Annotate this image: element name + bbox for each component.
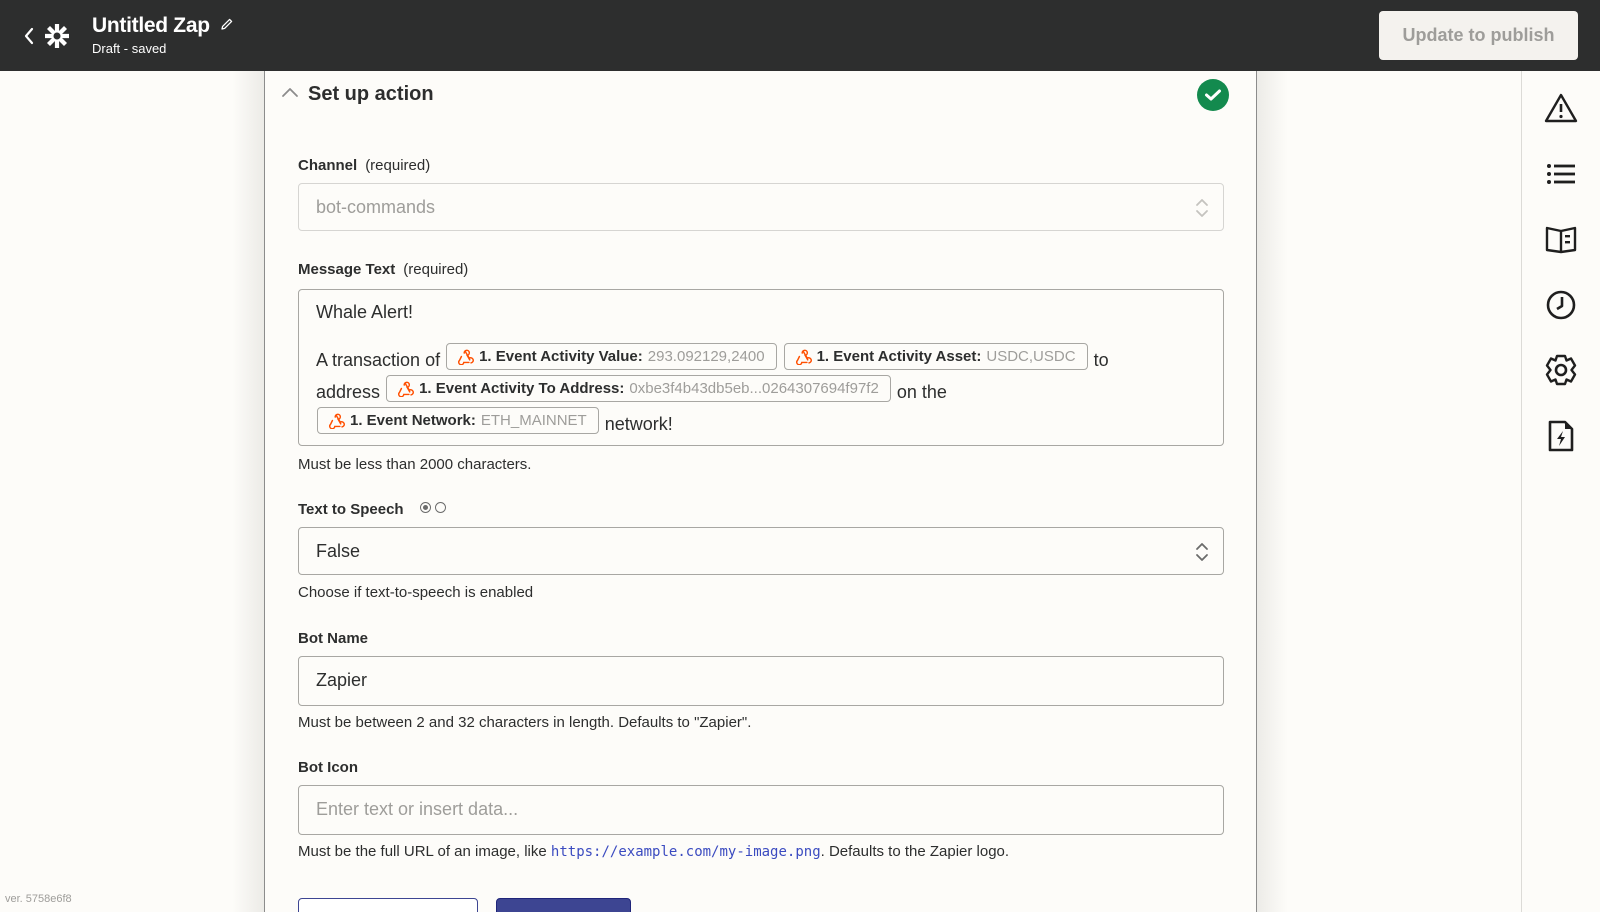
pencil-icon (220, 17, 234, 31)
radio-unselected-icon[interactable] (435, 502, 446, 513)
checkmark-icon (1204, 88, 1222, 102)
pill-key: 1. Event Activity Asset: (817, 344, 982, 369)
message-text-segment: network! (605, 414, 673, 434)
secondary-button[interactable] (298, 898, 478, 912)
canvas-right (1256, 71, 1521, 912)
data-pill-event-network[interactable]: 1. Event Network:ETH_MAINNET (317, 407, 599, 434)
panel-title: Set up action (308, 83, 434, 106)
chevron-up-icon[interactable] (281, 85, 299, 99)
data-pill-activity-asset[interactable]: 1. Event Activity Asset:USDC,USDC (784, 343, 1088, 370)
chevron-up-down-icon (1195, 541, 1209, 563)
file-bolt-icon (1547, 419, 1575, 453)
continue-button[interactable] (496, 898, 631, 912)
message-text-label: Message Text (required) (298, 261, 468, 278)
text-to-speech-label-text: Text to Speech (298, 501, 404, 518)
pill-value: 0xbe3f4b43db5eb...0264307694f97f2 (629, 376, 878, 401)
message-text-help: Must be less than 2000 characters. (298, 456, 531, 473)
bot-icon-label: Bot Icon (298, 759, 358, 776)
bot-name-value: Zapier (316, 670, 367, 691)
channel-select[interactable]: bot-commands (298, 183, 1224, 231)
data-pill-activity-to-address[interactable]: 1. Event Activity To Address:0xbe3f4b43d… (386, 375, 891, 402)
canvas-left (0, 71, 264, 912)
required-tag: (required) (403, 261, 468, 278)
example-url: https://example.com/my-image.png (551, 844, 821, 860)
webhook-icon (397, 380, 414, 397)
alerts-button[interactable] (1541, 88, 1581, 128)
pill-key: 1. Event Network: (350, 408, 476, 433)
back-button[interactable] (20, 24, 38, 48)
webhook-icon (795, 348, 812, 365)
publish-button[interactable]: Update to publish (1379, 11, 1578, 60)
message-text-input[interactable]: Whale Alert! A transaction of 1. Event A… (298, 289, 1224, 446)
field-mode-toggle[interactable] (420, 502, 446, 513)
right-sidebar (1521, 71, 1600, 912)
pill-value: USDC,USDC (986, 344, 1075, 369)
top-bar: Untitled Zap Draft - saved Update to pub… (0, 0, 1600, 71)
warning-icon (1543, 92, 1579, 124)
bot-icon-placeholder: Enter text or insert data... (316, 799, 518, 820)
text-to-speech-help: Choose if text-to-speech is enabled (298, 584, 533, 601)
bot-name-label: Bot Name (298, 630, 368, 647)
channel-value: bot-commands (316, 197, 435, 218)
pill-key: 1. Event Activity Value: (479, 344, 643, 369)
history-button[interactable] (1541, 285, 1581, 325)
book-icon (1545, 224, 1577, 254)
help-text: . Defaults to the Zapier logo. (821, 843, 1009, 860)
zapier-logo-icon[interactable] (42, 21, 72, 51)
edit-title-button[interactable] (220, 17, 234, 36)
webhook-icon (328, 412, 345, 429)
zap-title[interactable]: Untitled Zap (92, 14, 210, 38)
message-body: A transaction of 1. Event Activity Value… (316, 343, 1176, 439)
panel-header[interactable]: Set up action (265, 71, 1256, 119)
message-text-segment: A transaction of (316, 350, 440, 370)
complete-badge (1197, 79, 1229, 111)
text-to-speech-value: False (316, 541, 360, 562)
setup-action-panel: Set up action Channel (required) bot-comm… (264, 71, 1257, 912)
chevron-left-icon (23, 27, 35, 45)
gear-icon (1544, 353, 1578, 387)
data-pill-activity-value[interactable]: 1. Event Activity Value:293.092129,2400 (446, 343, 776, 370)
message-text-segment: on the (897, 382, 947, 402)
list-icon (1546, 162, 1576, 186)
outline-button[interactable] (1541, 154, 1581, 194)
zap-status: Draft - saved (92, 41, 234, 56)
settings-button[interactable] (1541, 350, 1581, 390)
radio-selected-icon[interactable] (420, 502, 431, 513)
clock-icon (1545, 289, 1577, 321)
zap-details-button[interactable] (1541, 416, 1581, 456)
zap-title-block: Untitled Zap Draft - saved (92, 14, 234, 56)
pill-key: 1. Event Activity To Address: (419, 376, 624, 401)
channel-label: Channel (required) (298, 157, 430, 174)
bot-name-input[interactable]: Zapier (298, 656, 1224, 706)
webhook-icon (457, 348, 474, 365)
version-label: ver. 5758e6f8 (5, 893, 72, 905)
pill-value: 293.092129,2400 (648, 344, 765, 369)
guide-button[interactable] (1541, 219, 1581, 259)
message-text-label-text: Message Text (298, 261, 395, 278)
text-to-speech-select[interactable]: False (298, 527, 1224, 575)
required-tag: (required) (365, 157, 430, 174)
chevron-up-down-icon (1195, 197, 1209, 219)
bot-icon-input[interactable]: Enter text or insert data... (298, 785, 1224, 835)
bot-name-help: Must be between 2 and 32 characters in l… (298, 714, 751, 731)
pill-value: ETH_MAINNET (481, 408, 587, 433)
bot-icon-help: Must be the full URL of an image, like h… (298, 843, 1009, 860)
channel-label-text: Channel (298, 157, 357, 174)
text-to-speech-label: Text to Speech (298, 501, 446, 518)
help-text: Must be the full URL of an image, like (298, 843, 551, 860)
message-line-1: Whale Alert! (316, 302, 413, 323)
